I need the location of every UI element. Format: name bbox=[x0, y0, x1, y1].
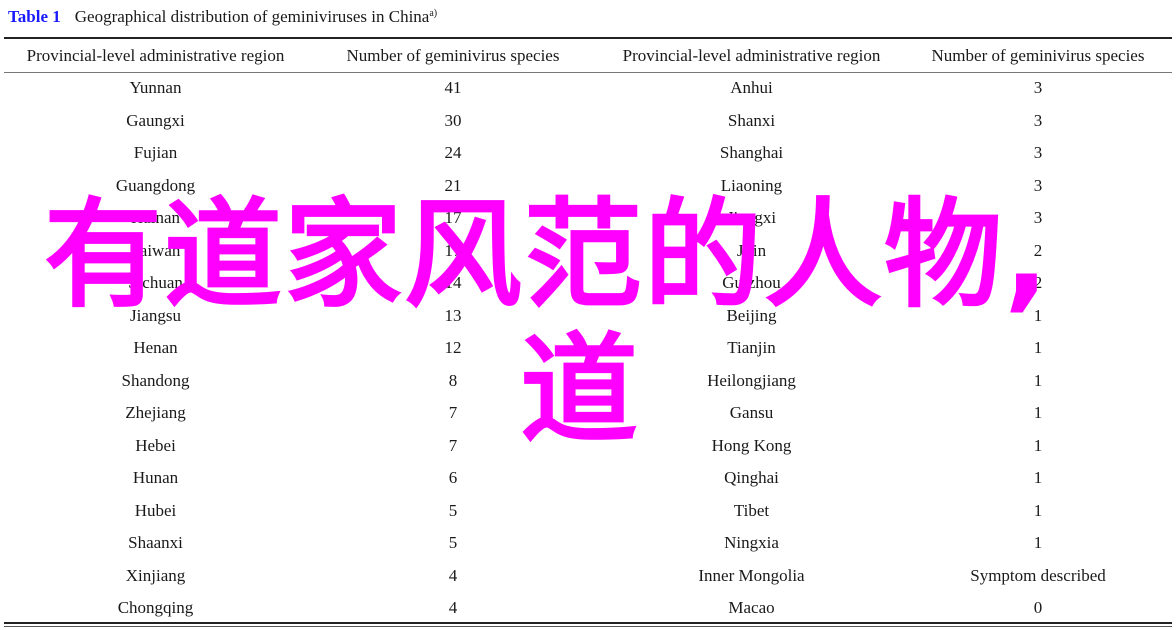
region-cell: Shanghai bbox=[719, 143, 784, 163]
region-cell: Guangdong bbox=[115, 175, 196, 195]
bottom-rule bbox=[4, 622, 1172, 624]
column-header-region-left: Provincial-level administrative region bbox=[26, 46, 285, 65]
table-row: Sichuan 14 Guizhou 2 bbox=[4, 267, 1172, 300]
species-count-cell: 3 bbox=[1033, 143, 1043, 163]
region-cell: Hubei bbox=[134, 500, 177, 520]
species-count-cell: 4 bbox=[448, 565, 458, 585]
region-cell: Fujian bbox=[133, 143, 178, 163]
species-count-cell: Symptom described bbox=[970, 565, 1106, 585]
region-cell: Anhui bbox=[730, 78, 773, 98]
table-title: Geographical distribution of geminivirus… bbox=[74, 7, 430, 26]
table-row: Shandong 8 Heilongjiang 1 bbox=[4, 365, 1172, 398]
species-count-cell: 1 bbox=[1033, 435, 1043, 455]
region-cell: Chongqing bbox=[117, 598, 194, 618]
table-row: Fujian 24 Shanghai 3 bbox=[4, 137, 1172, 170]
species-count-cell: 4 bbox=[448, 598, 458, 618]
table-row: Gaungxi 30 Shanxi 3 bbox=[4, 105, 1172, 138]
region-cell: Jilin bbox=[736, 240, 767, 260]
table-row: Hainan 17 Jiangxi 3 bbox=[4, 202, 1172, 235]
species-count-cell: 2 bbox=[1033, 240, 1043, 260]
region-cell: Zhejiang bbox=[125, 403, 186, 423]
species-count-cell: 2 bbox=[1033, 273, 1043, 293]
table-row: Chongqing 4 Macao 0 bbox=[4, 592, 1172, 625]
region-cell: Hong Kong bbox=[711, 435, 792, 455]
table-row: Taiwan 17 Jilin 2 bbox=[4, 235, 1172, 268]
column-header-species-left: Number of geminivirus species bbox=[346, 46, 560, 65]
table-row: Hubei 5 Tibet 1 bbox=[4, 495, 1172, 528]
species-count-cell: 21 bbox=[444, 175, 462, 195]
species-count-cell: 24 bbox=[444, 143, 462, 163]
species-count-cell: 7 bbox=[448, 403, 458, 423]
species-count-cell: 41 bbox=[444, 78, 462, 98]
bottom-rule-secondary bbox=[4, 626, 1172, 627]
table-caption: Table 1 Geographical distribution of gemi… bbox=[8, 6, 437, 28]
region-cell: Tianjin bbox=[727, 338, 776, 358]
region-cell: Yunnan bbox=[129, 78, 182, 98]
species-count-cell: 1 bbox=[1033, 468, 1043, 488]
geminivirus-distribution-table: Provincial-level administrative region N… bbox=[4, 40, 1172, 625]
top-rule bbox=[4, 37, 1172, 39]
region-cell: Shandong bbox=[121, 370, 190, 390]
species-count-cell: 8 bbox=[448, 370, 458, 390]
species-count-cell: 13 bbox=[444, 305, 462, 325]
species-count-cell: 1 bbox=[1033, 370, 1043, 390]
species-count-cell: 1 bbox=[1033, 533, 1043, 553]
table-row: Zhejiang 7 Gansu 1 bbox=[4, 397, 1172, 430]
species-count-cell: 5 bbox=[448, 500, 458, 520]
species-count-cell: 12 bbox=[444, 338, 462, 358]
region-cell: Xinjiang bbox=[125, 565, 186, 585]
header-row: Provincial-level administrative region N… bbox=[4, 40, 1172, 72]
species-count-cell: 1 bbox=[1033, 500, 1043, 520]
region-cell: Taiwan bbox=[130, 240, 181, 260]
region-cell: Inner Mongolia bbox=[698, 565, 805, 585]
region-cell: Gaungxi bbox=[126, 110, 185, 130]
species-count-cell: 1 bbox=[1033, 403, 1043, 423]
region-cell: Tibet bbox=[733, 500, 770, 520]
table-row: Xinjiang 4 Inner Mongolia Symptom described bbox=[4, 560, 1172, 593]
species-count-cell: 30 bbox=[444, 110, 462, 130]
table-row: Hunan 6 Qinghai 1 bbox=[4, 462, 1172, 495]
table-row: Jiangsu 13 Beijing 1 bbox=[4, 300, 1172, 333]
region-cell: Liaoning bbox=[720, 175, 783, 195]
species-count-cell: 3 bbox=[1033, 175, 1043, 195]
species-count-cell: 1 bbox=[1033, 305, 1043, 325]
region-cell: Shaanxi bbox=[128, 533, 183, 553]
species-count-cell: 3 bbox=[1033, 78, 1043, 98]
species-count-cell: 6 bbox=[448, 468, 458, 488]
table-row: Henan 12 Tianjin 1 bbox=[4, 332, 1172, 365]
region-cell: Henan bbox=[133, 338, 178, 358]
column-header-region-right: Provincial-level administrative region bbox=[622, 46, 881, 65]
region-cell: Shanxi bbox=[727, 110, 776, 130]
region-cell: Sichuan bbox=[128, 273, 183, 293]
region-cell: Hainan bbox=[130, 208, 181, 228]
species-count-cell: 7 bbox=[448, 435, 458, 455]
column-header-species-right: Number of geminivirus species bbox=[931, 46, 1145, 65]
region-cell: Ningxia bbox=[724, 533, 779, 553]
species-count-cell: 1 bbox=[1033, 338, 1043, 358]
region-cell: Hebei bbox=[135, 435, 176, 455]
table-row: Yunnan 41 Anhui 3 bbox=[4, 72, 1172, 105]
region-cell: Gansu bbox=[729, 403, 774, 423]
region-cell: Jiangxi bbox=[726, 208, 777, 228]
table-row: Shaanxi 5 Ningxia 1 bbox=[4, 527, 1172, 560]
species-count-cell: 0 bbox=[1033, 598, 1043, 618]
species-count-cell: 17 bbox=[444, 240, 462, 260]
table-label: Table 1 bbox=[8, 7, 61, 26]
region-cell: Qinghai bbox=[724, 468, 779, 488]
species-count-cell: 3 bbox=[1033, 110, 1043, 130]
table-row: Guangdong 21 Liaoning 3 bbox=[4, 170, 1172, 203]
region-cell: Heilongjiang bbox=[707, 370, 796, 390]
table-row: Hebei 7 Hong Kong 1 bbox=[4, 430, 1172, 463]
region-cell: Beijing bbox=[726, 305, 777, 325]
region-cell: Macao bbox=[728, 598, 775, 618]
species-count-cell: 5 bbox=[448, 533, 458, 553]
species-count-cell: 3 bbox=[1033, 208, 1043, 228]
species-count-cell: 17 bbox=[444, 208, 462, 228]
footnote-mark: a) bbox=[429, 8, 438, 19]
region-cell: Jiangsu bbox=[130, 305, 181, 325]
region-cell: Hunan bbox=[132, 468, 179, 488]
region-cell: Guizhou bbox=[722, 273, 781, 293]
species-count-cell: 14 bbox=[444, 273, 462, 293]
table-body: Yunnan 41 Anhui 3 Gaungxi 30 Shanxi 3 Fujian 24 Sh… bbox=[4, 72, 1172, 625]
